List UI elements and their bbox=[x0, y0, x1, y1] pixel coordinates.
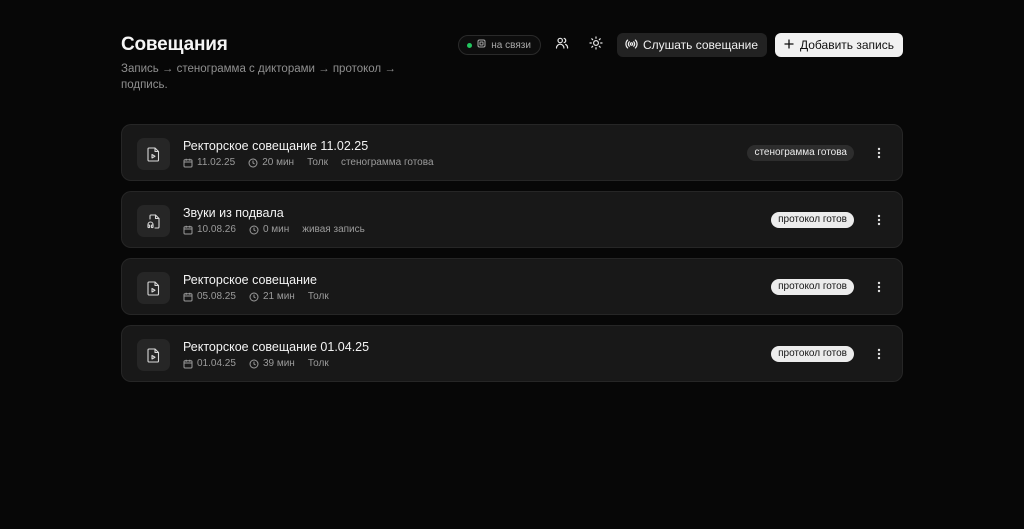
page-header: Совещания Запись → стенограмма с диктора… bbox=[121, 33, 903, 95]
clock-icon bbox=[248, 158, 258, 168]
meeting-duration: 21 мин bbox=[249, 290, 295, 304]
meeting-source: живая запись bbox=[302, 224, 365, 235]
listen-meeting-label: Слушать совещание bbox=[642, 38, 758, 52]
meeting-date: 11.02.25 bbox=[183, 156, 235, 170]
header-actions: на связи Слушать совещание Добавить запи… bbox=[458, 33, 903, 57]
meeting-card[interactable]: Ректорское совещание 05.08.25 21 мин Тол… bbox=[121, 258, 903, 315]
more-vertical-icon bbox=[877, 281, 881, 293]
status-dot bbox=[467, 42, 473, 48]
clock-icon bbox=[249, 225, 259, 235]
file-video-icon bbox=[137, 138, 170, 170]
meeting-card[interactable]: Ректорское совещание 01.04.25 01.04.25 3… bbox=[121, 325, 903, 382]
meeting-card[interactable]: Ректорское совещание 11.02.25 11.02.25 2… bbox=[121, 124, 903, 181]
meeting-source: Толк bbox=[307, 358, 329, 369]
meeting-duration: 39 мин bbox=[249, 357, 295, 371]
meeting-title: Ректорское совещание 01.04.25 bbox=[183, 340, 370, 354]
more-vertical-icon bbox=[877, 348, 881, 360]
file-video-icon bbox=[137, 339, 170, 371]
clock-icon bbox=[249, 359, 259, 369]
status-badge: протокол готов bbox=[771, 212, 854, 228]
meeting-date: 01.04.25 bbox=[183, 357, 236, 371]
clock-icon bbox=[249, 292, 259, 302]
calendar-icon bbox=[183, 225, 193, 235]
meeting-date: 10.08.26 bbox=[183, 223, 236, 237]
status-badge: протокол готов bbox=[771, 279, 854, 295]
meeting-source: Толк bbox=[307, 291, 329, 302]
file-video-icon bbox=[137, 272, 170, 304]
calendar-icon bbox=[183, 359, 193, 369]
participants-button[interactable] bbox=[549, 33, 575, 57]
users-icon bbox=[555, 36, 569, 55]
meeting-meta: 01.04.25 39 мин Толк bbox=[183, 357, 342, 371]
more-vertical-icon bbox=[877, 214, 881, 226]
meeting-duration: 20 мин bbox=[248, 156, 294, 170]
more-vertical-icon bbox=[877, 147, 881, 159]
connection-status-label: на связи bbox=[491, 39, 531, 51]
meeting-title: Звуки из подвала bbox=[183, 206, 284, 220]
theme-toggle-button[interactable] bbox=[583, 33, 609, 57]
connection-icon bbox=[477, 39, 486, 51]
page-subtitle: Запись → стенограмма с дикторами → прото… bbox=[121, 63, 396, 91]
more-menu-button[interactable] bbox=[869, 142, 889, 164]
page-title: Совещания bbox=[121, 34, 228, 55]
meeting-duration: 0 мин bbox=[249, 223, 289, 237]
meetings-list: Ректорское совещание 11.02.25 11.02.25 2… bbox=[121, 124, 903, 392]
file-audio-icon bbox=[137, 205, 170, 237]
listen-meeting-button[interactable]: Слушать совещание bbox=[616, 33, 767, 57]
status-badge: стенограмма готова bbox=[747, 145, 854, 161]
meeting-card[interactable]: Звуки из подвала 10.08.26 0 мин живая за… bbox=[121, 191, 903, 248]
more-menu-button[interactable] bbox=[869, 209, 889, 231]
meeting-title: Ректорское совещание 11.02.25 bbox=[183, 139, 369, 153]
calendar-icon bbox=[183, 158, 193, 168]
meeting-meta: 05.08.25 21 мин Толк bbox=[183, 290, 342, 304]
add-record-button[interactable]: Добавить запись bbox=[775, 33, 903, 57]
plus-icon bbox=[784, 38, 794, 52]
meeting-status-text: стенограмма готова bbox=[340, 157, 434, 168]
sun-icon bbox=[589, 35, 603, 55]
meeting-meta: 10.08.26 0 мин живая запись bbox=[183, 223, 378, 237]
meeting-title: Ректорское совещание bbox=[183, 273, 317, 287]
status-badge: протокол готов bbox=[771, 346, 854, 362]
meeting-source: Толк bbox=[307, 157, 328, 168]
more-menu-button[interactable] bbox=[869, 343, 889, 365]
connection-status: на связи bbox=[458, 35, 541, 55]
broadcast-icon bbox=[625, 38, 638, 53]
meeting-date: 05.08.25 bbox=[183, 290, 236, 304]
meeting-meta: 11.02.25 20 мин Толк стенограмма готова bbox=[183, 156, 447, 170]
add-record-label: Добавить запись bbox=[800, 38, 894, 52]
calendar-icon bbox=[183, 292, 193, 302]
meetings-page: Совещания Запись → стенограмма с диктора… bbox=[0, 0, 1024, 529]
more-menu-button[interactable] bbox=[869, 276, 889, 298]
